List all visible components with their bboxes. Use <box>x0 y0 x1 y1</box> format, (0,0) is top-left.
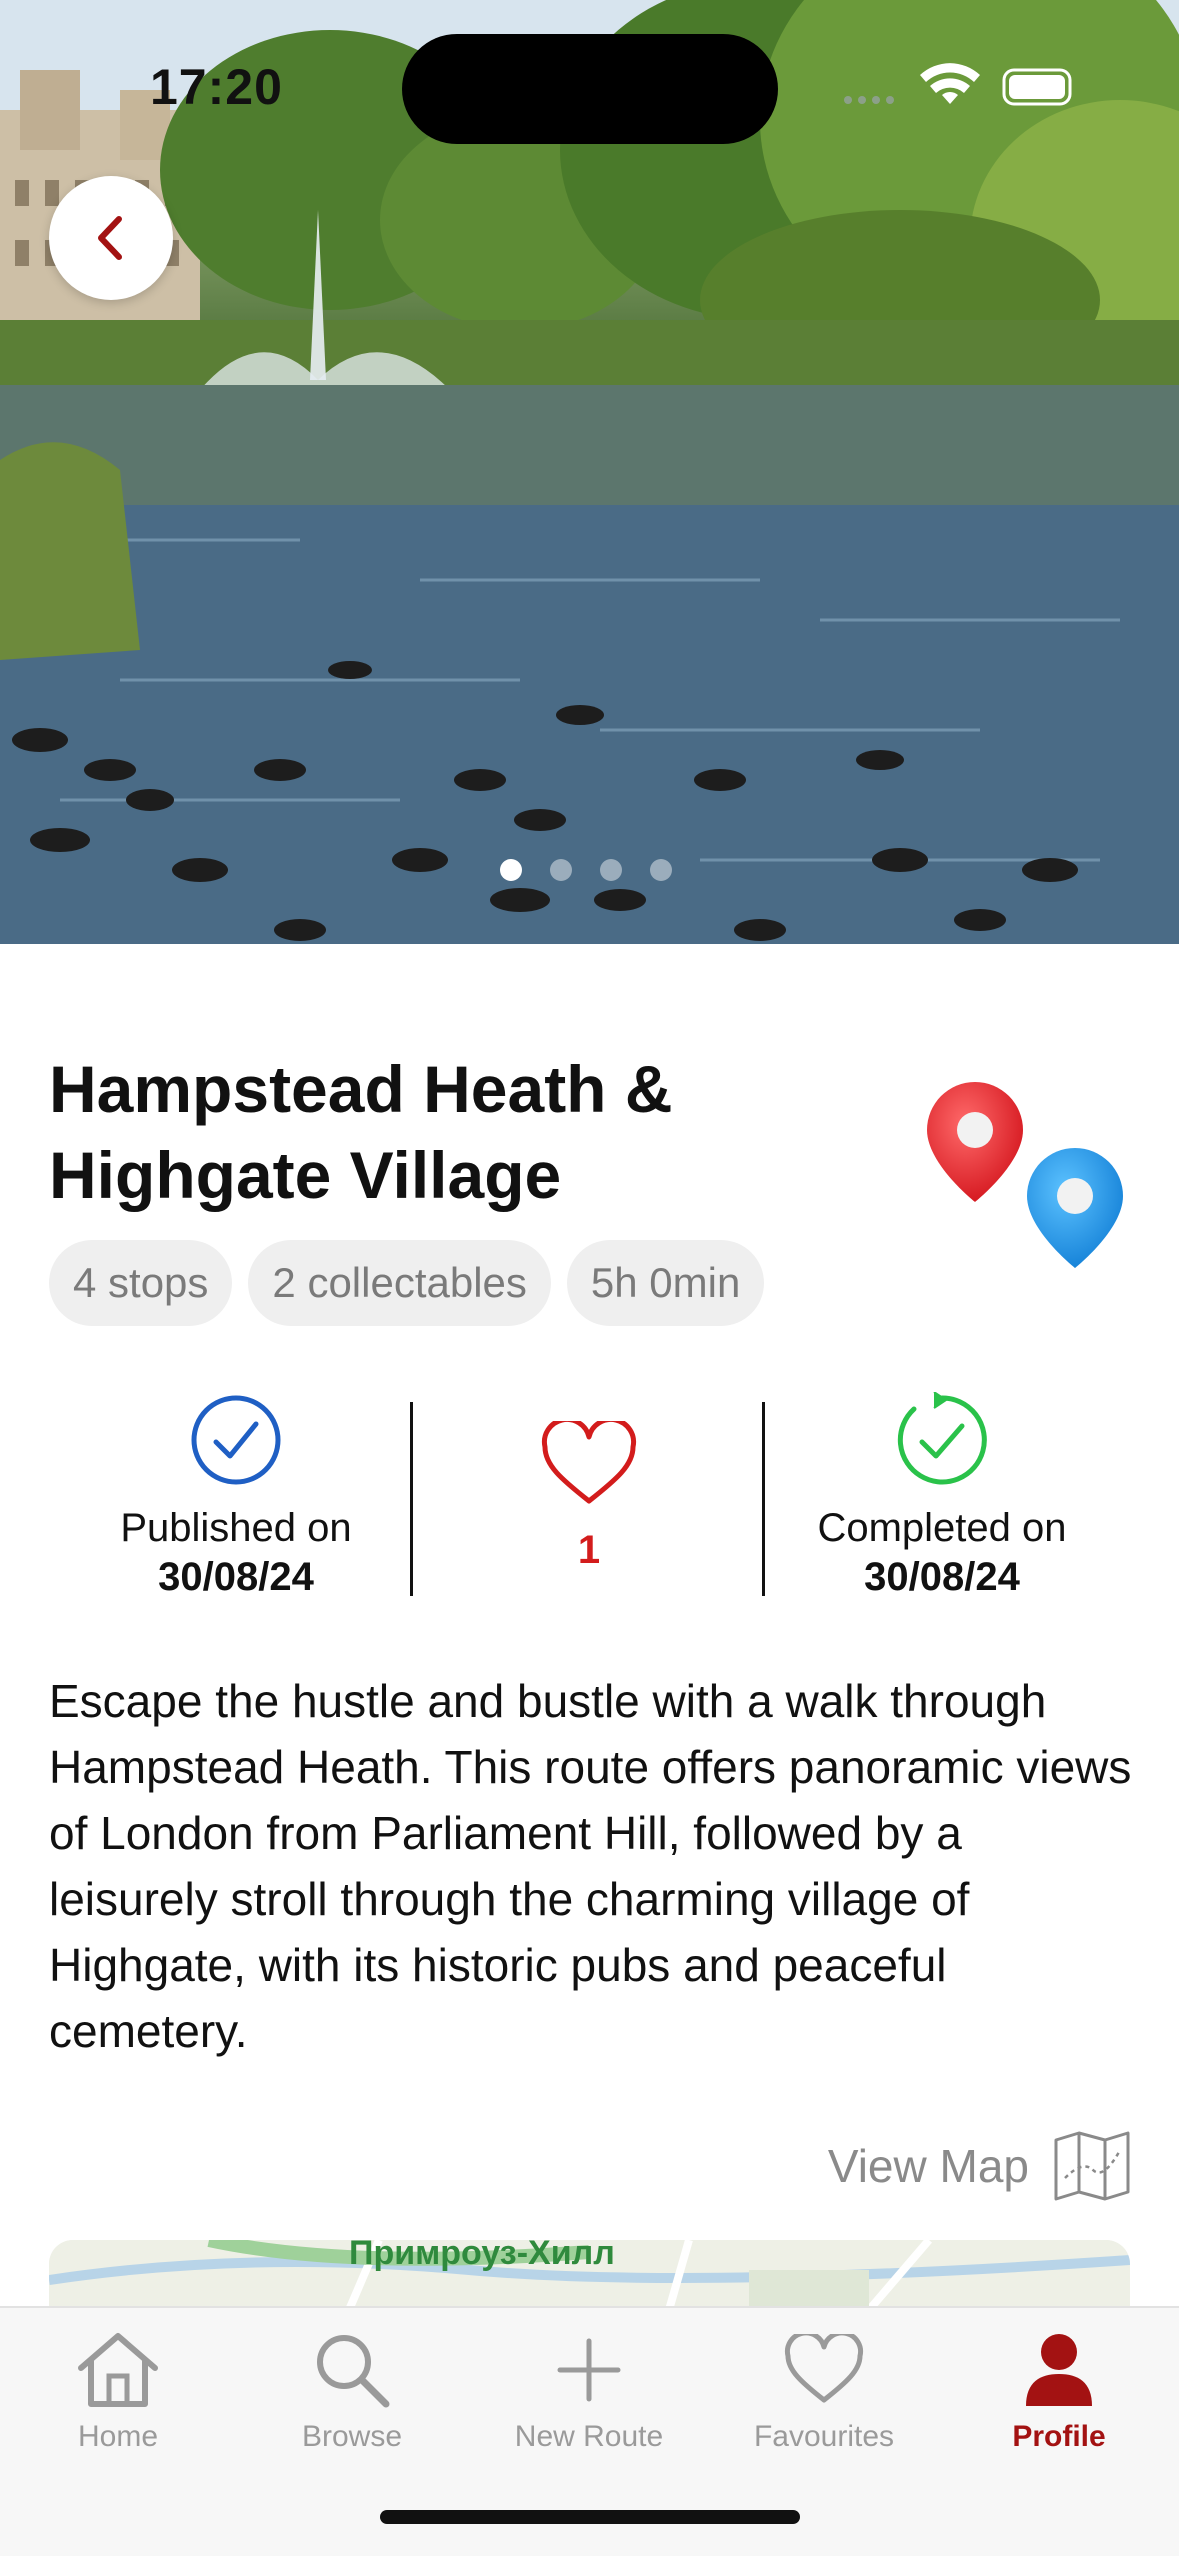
tab-label-browse: Browse <box>301 2420 403 2453</box>
house-icon <box>78 2333 158 2407</box>
published-label: Published on <box>120 1506 352 1550</box>
image-page-indicator[interactable] <box>500 858 700 882</box>
status-indicators <box>838 62 1078 110</box>
likes-count: 1 <box>577 1528 601 1572</box>
tab-browse[interactable]: Browse <box>234 2324 470 2454</box>
stats-divider <box>410 1402 413 1596</box>
route-map-preview[interactable]: Примроуз-Хилл <box>49 2240 1130 2310</box>
collectables-chip: 2 collectables <box>248 1240 551 1326</box>
page-dot-1[interactable] <box>500 859 522 881</box>
published-stat: Published on 30/08/24 <box>66 1390 406 1602</box>
view-map-button[interactable]: View Map <box>828 2130 1131 2202</box>
status-time: 17:20 <box>150 59 283 115</box>
stats-divider <box>762 1402 765 1596</box>
completed-label: Completed on <box>817 1506 1067 1550</box>
folded-map-icon <box>1054 2131 1130 2201</box>
back-button[interactable] <box>49 176 173 300</box>
likes-stat[interactable]: 1 <box>419 1390 759 1573</box>
tab-profile[interactable]: Profile <box>941 2324 1177 2454</box>
map-place-label: Примроуз-Хилл <box>349 2240 615 2272</box>
page-dot-2[interactable] <box>550 859 572 881</box>
view-map-label: View Map <box>827 2140 1029 2192</box>
completed-date: 30/08/24 <box>864 1555 1020 1599</box>
tab-label-favourites: Favourites <box>753 2420 895 2453</box>
route-stats: Published on 30/08/24 1 Completed on 30/… <box>0 1390 1179 1600</box>
page-dot-4[interactable] <box>650 859 672 881</box>
duration-chip: 5h 0min <box>566 1240 765 1326</box>
person-icon <box>1026 2334 1092 2406</box>
route-description: Escape the hustle and bustle with a walk… <box>49 1675 1132 2057</box>
completed-circle-icon <box>897 1392 987 1485</box>
search-icon <box>317 2335 390 2408</box>
battery-icon <box>1002 68 1072 106</box>
tab-label-home: Home <box>77 2420 159 2453</box>
tab-home[interactable]: Home <box>0 2324 236 2454</box>
route-title: Hampstead Heath & Highgate Village <box>49 1052 673 1212</box>
wifi-icon <box>920 63 980 104</box>
dynamic-island <box>402 34 778 144</box>
published-date: 30/08/24 <box>158 1555 314 1599</box>
route-chips: 4 stops 2 collectables 5h 0min <box>49 1240 765 1326</box>
stops-chip: 4 stops <box>49 1240 233 1326</box>
tab-new-route[interactable]: New Route <box>471 2324 707 2454</box>
map-pins-icon <box>920 1082 1130 1272</box>
home-indicator <box>380 2510 800 2524</box>
page-dot-3[interactable] <box>600 859 622 881</box>
checkmark-circle-icon <box>191 1395 281 1485</box>
plus-icon <box>557 2338 621 2402</box>
chevron-left-icon <box>98 216 122 260</box>
tab-label-profile: Profile <box>1012 2420 1106 2453</box>
completed-stat: Completed on 30/08/24 <box>772 1390 1112 1602</box>
heart-icon <box>784 2334 864 2403</box>
signal-icon <box>844 96 894 104</box>
heart-icon[interactable] <box>541 1421 637 1507</box>
tab-label-new-route: New Route <box>514 2420 664 2453</box>
tab-favourites[interactable]: Favourites <box>706 2324 942 2454</box>
